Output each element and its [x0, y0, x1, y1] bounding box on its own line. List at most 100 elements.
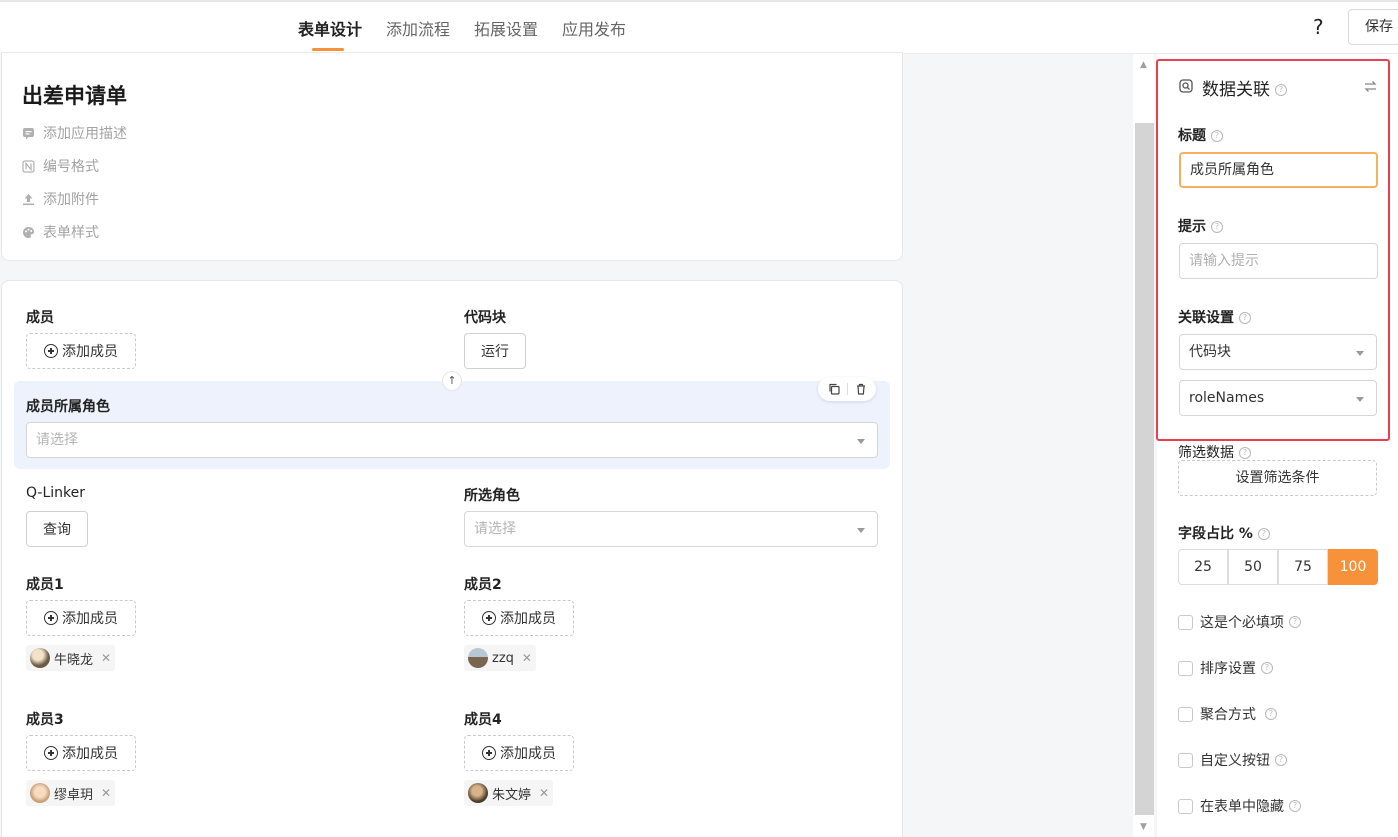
panel-title: 数据关联? — [1202, 75, 1287, 100]
member3-label: 成员3 — [26, 712, 64, 728]
caret-down-icon — [857, 439, 865, 444]
scroll-up-icon[interactable]: ▲ — [1140, 60, 1147, 70]
plus-circle-icon — [44, 611, 58, 625]
title-setting-label: 标题? — [1178, 125, 1223, 145]
add-member4-label: 添加成员 — [500, 746, 556, 762]
move-up-icon[interactable]: ↑ — [442, 371, 462, 391]
scrollbar-thumb[interactable] — [1135, 123, 1154, 815]
aggregate-checkbox[interactable] — [1178, 706, 1193, 722]
field-width-label: 字段占比 %? — [1178, 523, 1270, 543]
run-button[interactable]: 运行 — [464, 333, 526, 369]
top-bar — [0, 0, 1398, 54]
width-option-75[interactable]: 75 — [1278, 549, 1328, 585]
active-tab-indicator — [312, 48, 344, 51]
help-circle-icon[interactable]: ? — [1275, 84, 1287, 96]
actions-divider — [846, 383, 848, 395]
link-settings-label-text: 关联设置 — [1178, 310, 1234, 326]
set-filter-button[interactable]: 设置筛选条件 — [1178, 460, 1377, 496]
save-button[interactable]: 保存 — [1348, 9, 1398, 45]
help-circle-icon[interactable]: ? — [1239, 312, 1251, 324]
filter-data-label: 筛选数据? — [1178, 442, 1251, 462]
add-member-button[interactable]: 添加成员 — [26, 333, 136, 369]
member3-tag-name: 缪卓玥 — [54, 787, 94, 803]
hide-in-form-checkbox[interactable] — [1178, 798, 1193, 814]
form-body-card — [1, 280, 903, 837]
hide-in-form-checkbox-label: 在表单中隐藏 — [1200, 799, 1284, 815]
form-header-card — [1, 52, 903, 261]
help-icon[interactable]: ? — [1313, 15, 1324, 39]
help-circle-icon[interactable]: ? — [1239, 447, 1251, 459]
custom-button-checkbox[interactable] — [1178, 752, 1193, 768]
number-format-link[interactable]: 编号格式 — [22, 156, 99, 176]
role-select[interactable]: 请选择 — [26, 422, 878, 458]
field-width-label-text: 字段占比 % — [1178, 526, 1253, 542]
link-source-select[interactable]: 代码块 — [1179, 334, 1377, 370]
member2-label: 成员2 — [464, 577, 502, 593]
sort-checkbox-row[interactable]: 排序设置? — [1178, 658, 1273, 678]
help-circle-icon[interactable]: ? — [1289, 800, 1301, 812]
sort-checkbox[interactable] — [1178, 660, 1193, 676]
hint-input[interactable]: 请输入提示 — [1179, 243, 1378, 279]
avatar — [30, 783, 50, 803]
help-circle-icon[interactable]: ? — [1265, 708, 1277, 720]
remove-icon[interactable]: ✕ — [101, 786, 111, 800]
title-input[interactable]: 成员所属角色 — [1179, 152, 1378, 188]
add-member-label: 添加成员 — [62, 344, 118, 360]
width-option-50[interactable]: 50 — [1228, 549, 1278, 585]
link-field-value: roleNames — [1189, 390, 1265, 406]
aggregate-checkbox-row[interactable]: 聚合方式? — [1178, 704, 1277, 724]
form-style-link[interactable]: 表单样式 — [22, 222, 99, 242]
upload-icon — [23, 193, 34, 205]
tab-publish[interactable]: 应用发布 — [562, 16, 626, 40]
add-description-label: 添加应用描述 — [43, 126, 127, 142]
help-circle-icon[interactable]: ? — [1261, 662, 1273, 674]
add-member1-button[interactable]: 添加成员 — [26, 600, 136, 636]
form-title[interactable]: 出差申请单 — [22, 80, 127, 110]
remove-icon[interactable]: ✕ — [539, 786, 549, 800]
tab-form-design[interactable]: 表单设计 — [298, 16, 362, 40]
caret-down-icon — [857, 528, 865, 533]
filter-data-label-text: 筛选数据 — [1178, 445, 1234, 461]
switch-icon[interactable] — [1364, 80, 1377, 93]
add-member1-label: 添加成员 — [62, 611, 118, 627]
link-field-select[interactable]: roleNames — [1179, 380, 1377, 416]
add-description-link[interactable]: 添加应用描述 — [22, 123, 127, 143]
width-option-25[interactable]: 25 — [1178, 549, 1228, 585]
add-member3-button[interactable]: 添加成员 — [26, 735, 136, 771]
delete-icon[interactable] — [855, 383, 867, 395]
custom-button-checkbox-row[interactable]: 自定义按钮? — [1178, 750, 1287, 770]
width-option-100[interactable]: 100 — [1328, 549, 1378, 585]
tab-extend-settings[interactable]: 拓展设置 — [474, 16, 538, 40]
data-link-icon — [1179, 79, 1193, 93]
member-label: 成员 — [26, 310, 54, 326]
help-circle-icon[interactable]: ? — [1257, 528, 1270, 540]
help-circle-icon[interactable]: ? — [1289, 616, 1301, 628]
scroll-down-icon[interactable]: ▼ — [1140, 822, 1147, 832]
number-format-label: 编号格式 — [43, 159, 99, 175]
comment-icon — [23, 127, 34, 139]
required-checkbox-row[interactable]: 这是个必填项? — [1178, 612, 1301, 632]
add-member4-button[interactable]: 添加成员 — [464, 735, 574, 771]
copy-icon[interactable] — [828, 383, 840, 395]
plus-circle-icon — [44, 344, 58, 358]
tab-add-process[interactable]: 添加流程 — [386, 16, 450, 40]
help-circle-icon[interactable]: ? — [1211, 130, 1223, 142]
add-member2-label: 添加成员 — [500, 611, 556, 627]
remove-icon[interactable]: ✕ — [522, 651, 532, 665]
code-block-label: 代码块 — [464, 310, 506, 326]
caret-down-icon — [1356, 351, 1364, 356]
remove-icon[interactable]: ✕ — [101, 651, 111, 665]
selected-role-select[interactable]: 请选择 — [464, 511, 878, 547]
add-attachment-link[interactable]: 添加附件 — [22, 189, 99, 209]
member3-tag: 缪卓玥 ✕ — [26, 780, 116, 806]
avatar — [468, 783, 488, 803]
plus-circle-icon — [44, 746, 58, 760]
query-button[interactable]: 查询 — [26, 511, 88, 547]
hide-in-form-checkbox-row[interactable]: 在表单中隐藏? — [1178, 796, 1301, 816]
member1-tag-name: 牛晓龙 — [54, 652, 94, 668]
help-circle-icon[interactable]: ? — [1211, 221, 1223, 233]
help-circle-icon[interactable]: ? — [1275, 754, 1287, 766]
role-select-placeholder: 请选择 — [36, 432, 78, 448]
required-checkbox[interactable] — [1178, 614, 1193, 630]
add-member2-button[interactable]: 添加成员 — [464, 600, 574, 636]
